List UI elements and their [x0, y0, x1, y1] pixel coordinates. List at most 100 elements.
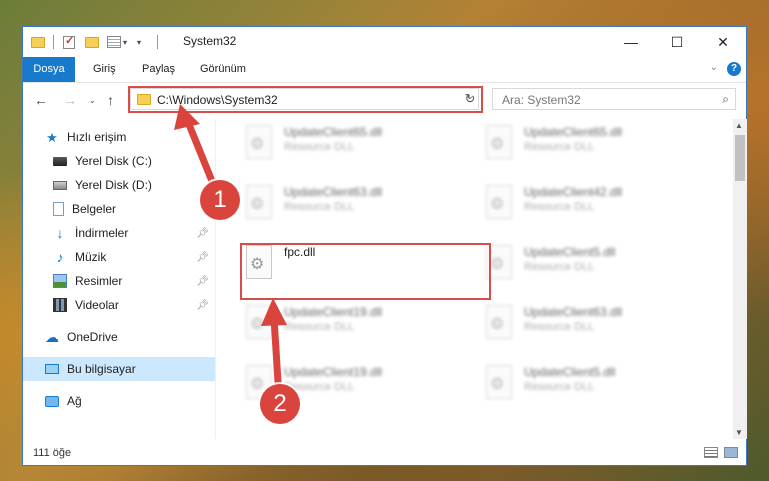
search-box[interactable]: Ara: System32 ⌕	[492, 88, 736, 110]
file-type: Resource DLL	[524, 321, 595, 333]
sidebar-item-onedrive[interactable]: ☁ OneDrive	[23, 325, 215, 349]
sidebar-item-network[interactable]: Ağ	[23, 389, 215, 413]
back-arrow-icon[interactable]: ←	[34, 92, 48, 108]
sidebar-item-label: Ağ	[67, 394, 82, 408]
toolbar-separator	[53, 35, 54, 49]
title-bar: ▾ ▾ System32 — ☐ ✕	[23, 27, 746, 57]
forward-arrow-icon[interactable]: →	[63, 92, 77, 108]
sidebar-item-quick-access[interactable]: ★ Hızlı erişim	[23, 125, 215, 149]
expand-ribbon-icon[interactable]: ⌄	[710, 62, 718, 73]
file-type: Resource DLL	[524, 201, 595, 213]
file-highlight-box	[240, 243, 491, 300]
help-icon[interactable]: ?	[727, 62, 741, 76]
customize-toolbar-icon[interactable]	[107, 36, 121, 48]
callout-step-1: 1	[200, 180, 240, 220]
dll-file-icon	[246, 305, 272, 339]
dll-file-icon	[486, 305, 512, 339]
file-explorer-window: ▾ ▾ System32 — ☐ ✕ Dosya Giriş Paylaş Gö…	[22, 26, 747, 466]
address-highlight-box	[128, 86, 483, 113]
search-placeholder: Ara: System32	[502, 93, 581, 107]
dll-file-icon	[486, 125, 512, 159]
pictures-icon	[53, 274, 67, 288]
sidebar-item-local-disk-c[interactable]: Yerel Disk (C:)	[23, 149, 215, 173]
file-item[interactable]: UpdateClient5.dll Resource DLL	[478, 241, 713, 289]
file-item[interactable]: UpdateClient63.dll Resource DLL	[238, 181, 473, 229]
star-icon: ★	[46, 130, 58, 145]
callout-step-2: 2	[260, 384, 300, 424]
scroll-down-icon[interactable]: ▼	[735, 428, 743, 437]
file-name: UpdateClient19.dll	[284, 305, 383, 319]
pin-icon[interactable]: 📌︎	[196, 276, 209, 287]
sidebar-item-label: Müzik	[75, 250, 107, 264]
toolbar-separator	[157, 35, 158, 49]
cloud-icon: ☁	[45, 329, 59, 345]
file-item[interactable]: UpdateClient5.dll Resource DLL	[478, 361, 713, 409]
document-icon	[53, 202, 64, 216]
videos-icon	[53, 298, 67, 312]
new-folder-icon[interactable]	[85, 36, 99, 48]
status-bar: 111 öğe	[23, 441, 746, 465]
maximize-button[interactable]: ☐	[654, 27, 700, 57]
item-count: 111 öğe	[33, 447, 72, 459]
file-type: Resource DLL	[284, 321, 355, 333]
sidebar-item-music[interactable]: ♪ Müzik 📌︎	[23, 245, 215, 269]
sidebar-item-label: Hızlı erişim	[67, 130, 127, 144]
sidebar-item-label: Resimler	[75, 274, 123, 288]
close-button[interactable]: ✕	[700, 27, 746, 57]
up-arrow-icon[interactable]: ↑	[107, 92, 114, 108]
music-icon: ♪	[56, 249, 64, 265]
tab-file[interactable]: Dosya	[23, 57, 75, 82]
navigation-pane: ★ Hızlı erişim Yerel Disk (C:) Yerel Dis…	[23, 119, 215, 439]
large-icons-view-icon[interactable]	[724, 447, 738, 458]
file-item[interactable]: UpdateClient65.dll Resource DLL	[238, 121, 473, 169]
file-name: UpdateClient5.dll	[524, 365, 616, 379]
file-name: UpdateClient65.dll	[284, 125, 383, 139]
dll-file-icon	[246, 125, 272, 159]
tab-home[interactable]: Giriş	[93, 57, 116, 82]
file-type: Resource DLL	[524, 261, 595, 273]
drive-icon	[53, 180, 67, 190]
sidebar-item-documents[interactable]: Belgeler	[23, 197, 215, 221]
file-name: UpdateClient19.dll	[284, 365, 383, 379]
file-item[interactable]: UpdateClient19.dll Resource DLL	[238, 301, 473, 349]
file-item[interactable]: UpdateClient63.dll Resource DLL	[478, 301, 713, 349]
file-name: UpdateClient42.dll	[524, 185, 623, 199]
details-view-icon[interactable]	[704, 447, 718, 458]
network-icon	[45, 395, 59, 407]
file-item[interactable]: UpdateClient65.dll Resource DLL	[478, 121, 713, 169]
sidebar-item-label: OneDrive	[67, 330, 118, 344]
sidebar-item-label: Belgeler	[72, 202, 117, 216]
vertical-scrollbar[interactable]: ▲ ▼	[733, 119, 747, 439]
dll-file-icon	[486, 185, 512, 219]
scroll-up-icon[interactable]: ▲	[735, 121, 743, 130]
scrollbar-thumb[interactable]	[735, 135, 745, 181]
sidebar-item-local-disk-d[interactable]: Yerel Disk (D:)	[23, 173, 215, 197]
quick-access-toolbar	[31, 34, 45, 50]
pin-icon[interactable]: 📌︎	[196, 300, 209, 311]
tab-share[interactable]: Paylaş	[142, 57, 175, 82]
file-name: UpdateClient63.dll	[284, 185, 383, 199]
sidebar-item-downloads[interactable]: ↓ İndirmeler 📌︎	[23, 221, 215, 245]
pin-icon[interactable]: 📌︎	[196, 252, 209, 263]
file-name: UpdateClient5.dll	[524, 245, 616, 259]
file-type: Resource DLL	[524, 381, 595, 393]
properties-check-icon[interactable]	[63, 34, 75, 49]
file-type: Resource DLL	[284, 141, 355, 153]
file-type: Resource DLL	[284, 201, 355, 213]
quick-access-dropdown-icon[interactable]: ▾	[137, 38, 141, 47]
recent-locations-icon[interactable]: ⌄	[89, 96, 96, 105]
sidebar-item-pictures[interactable]: Resimler 📌︎	[23, 269, 215, 293]
sidebar-item-label: Yerel Disk (C:)	[75, 154, 152, 168]
file-item[interactable]: UpdateClient42.dll Resource DLL	[478, 181, 713, 229]
pin-icon[interactable]: 📌︎	[196, 228, 209, 239]
ribbon-tabs: Dosya Giriş Paylaş Görünüm ⌄ ?	[23, 57, 746, 83]
sidebar-item-this-pc[interactable]: Bu bilgisayar	[23, 357, 215, 381]
dll-file-icon	[246, 185, 272, 219]
search-icon[interactable]: ⌕	[722, 92, 729, 107]
sidebar-item-label: İndirmeler	[75, 226, 129, 240]
sidebar-item-videos[interactable]: Videolar 📌︎	[23, 293, 215, 317]
dll-file-icon	[486, 365, 512, 399]
minimize-button[interactable]: —	[608, 27, 654, 57]
tab-view[interactable]: Görünüm	[200, 57, 246, 82]
drive-icon	[53, 156, 67, 166]
